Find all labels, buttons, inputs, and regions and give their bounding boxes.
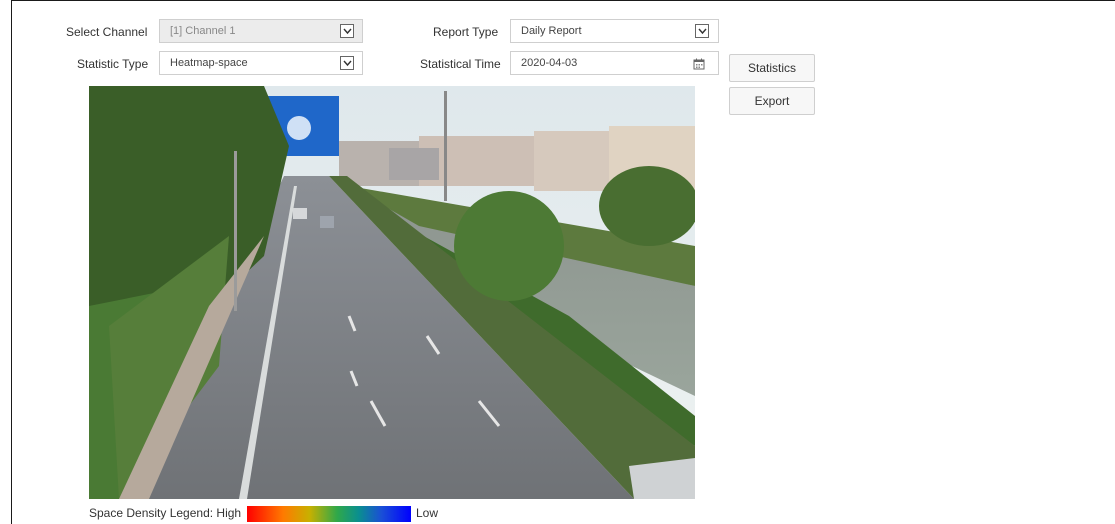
chevron-down-icon (340, 56, 354, 70)
calendar-icon[interactable] (693, 56, 707, 70)
report-type-value: Daily Report (521, 25, 582, 37)
legend-low-label: Low (416, 506, 439, 520)
chevron-down-icon (695, 24, 709, 38)
density-legend-bar (247, 506, 411, 522)
report-type-label: Report Type (433, 25, 499, 39)
statistical-time-label: Statistical Time (420, 57, 501, 71)
select-channel-value: [1] Channel 1 (170, 25, 236, 37)
statistic-type-dropdown[interactable]: Heatmap-space (159, 51, 363, 75)
statistical-time-value: 2020-04-03 (521, 57, 578, 69)
camera-snapshot (89, 86, 695, 499)
statistic-type-label: Statistic Type (77, 57, 149, 71)
report-type-dropdown[interactable]: Daily Report (510, 19, 719, 43)
select-channel-dropdown[interactable]: [1] Channel 1 (159, 19, 363, 43)
export-button[interactable]: Export (729, 87, 815, 115)
legend-label: Space Density Legend: High (89, 506, 242, 520)
road-scene-image (89, 86, 695, 499)
statistic-type-value: Heatmap-space (170, 57, 248, 69)
statistics-button[interactable]: Statistics (729, 54, 815, 82)
statistical-time-input[interactable]: 2020-04-03 (510, 51, 719, 75)
select-channel-label: Select Channel (66, 25, 148, 39)
chevron-down-icon (340, 24, 354, 38)
